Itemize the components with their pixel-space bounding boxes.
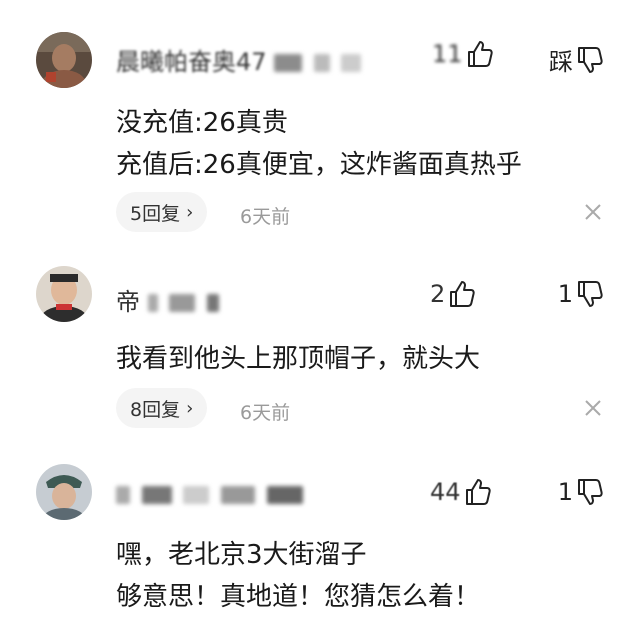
redacted-block	[341, 54, 362, 72]
comment-text-line: 充值后:26真便宜，这炸酱面真热乎	[116, 150, 522, 180]
comment-time: 6天前	[240, 206, 291, 228]
username[interactable]	[116, 480, 307, 508]
chevron-right-icon: ›	[186, 397, 194, 419]
avatar[interactable]	[36, 464, 92, 520]
dislike-label: 踩	[549, 48, 573, 76]
redacted-block	[141, 486, 172, 504]
like-button[interactable]: 44	[430, 478, 491, 506]
comment-text-line: 够意思！真地道！您猜怎么着！	[116, 582, 481, 612]
redacted-block	[274, 54, 303, 72]
dislike-button[interactable]: 1	[558, 478, 603, 506]
chevron-right-icon: ›	[186, 201, 194, 223]
close-icon[interactable]	[583, 398, 603, 418]
dislike-label: 1	[557, 478, 573, 506]
redacted-block	[183, 486, 210, 504]
redacted-block	[266, 486, 303, 504]
reply-label: 5回复	[130, 202, 181, 225]
username-text: 帝	[116, 288, 140, 316]
thumbs-up-icon	[467, 40, 493, 68]
thumbs-down-icon	[577, 478, 603, 506]
thumbs-up-icon	[465, 478, 491, 506]
reply-button[interactable]: 8回复 ›	[116, 388, 208, 428]
like-button[interactable]: 11	[432, 40, 493, 68]
thumbs-down-icon	[577, 280, 603, 308]
comment-text-line: 嘿，老北京3大街溜子	[116, 540, 367, 570]
username[interactable]: 帝	[116, 282, 223, 317]
thumbs-down-icon	[577, 46, 603, 74]
thumbs-up-icon	[449, 280, 475, 308]
like-count: 44	[430, 478, 461, 506]
redacted-block	[220, 486, 255, 504]
close-icon[interactable]	[583, 202, 603, 222]
dislike-label: 1	[557, 280, 573, 308]
dislike-button[interactable]: 踩	[549, 42, 603, 77]
redacted-block	[116, 486, 130, 504]
avatar[interactable]	[36, 266, 92, 322]
comment-text-line: 我看到他头上那顶帽子，就头大	[116, 344, 481, 374]
username[interactable]: 晨曦帕奋奥47	[116, 42, 365, 77]
dislike-button[interactable]: 1	[558, 280, 603, 308]
redacted-block	[169, 294, 196, 312]
avatar[interactable]	[36, 32, 92, 88]
comment-time: 6天前	[240, 402, 291, 424]
like-button[interactable]: 2	[430, 280, 475, 308]
username-text: 晨曦帕奋奥47	[116, 48, 267, 76]
reply-button[interactable]: 5回复 ›	[116, 192, 208, 232]
redacted-block	[147, 294, 158, 312]
comment-text-line: 没充值:26真贵	[116, 108, 288, 138]
redacted-block	[313, 54, 330, 72]
like-count: 11	[432, 40, 463, 68]
reply-label: 8回复	[130, 398, 181, 421]
like-count: 2	[430, 280, 446, 308]
redacted-block	[206, 294, 219, 312]
